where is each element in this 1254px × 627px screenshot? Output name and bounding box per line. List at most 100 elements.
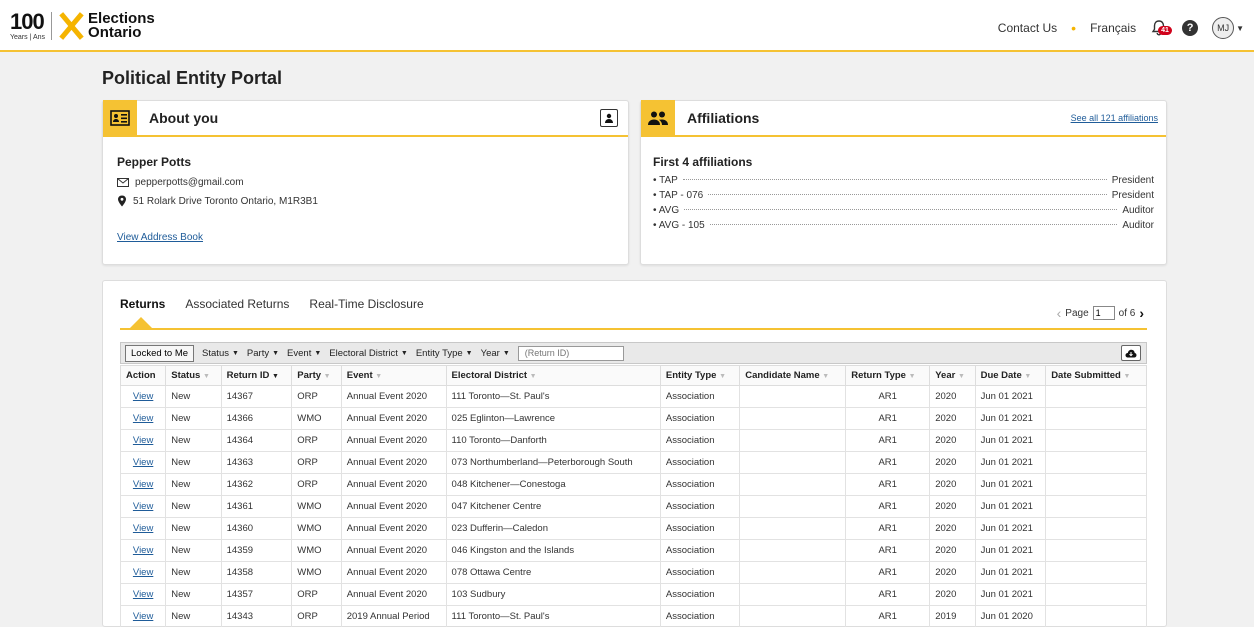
col-label: Due Date (980, 370, 1022, 381)
filter-status[interactable]: Status ▼ (202, 348, 239, 359)
cell-status: New (165, 605, 222, 627)
user-menu[interactable]: MJ ▼ (1212, 17, 1244, 39)
cell-date-submitted (1045, 385, 1147, 408)
cell-return-id: 14357 (220, 583, 293, 606)
tab-associated-returns[interactable]: Associated Returns (185, 297, 289, 311)
col-candidate-name[interactable]: Candidate Name ▼ (739, 365, 847, 386)
col-return-id[interactable]: Return ID ▼ (220, 365, 293, 386)
cell-date-submitted (1045, 429, 1147, 452)
returns-panel: Returns Associated Returns Real-Time Dis… (102, 280, 1167, 627)
col-date-submitted[interactable]: Date Submitted ▼ (1045, 365, 1147, 386)
affiliation-name: • TAP - 076 (653, 190, 704, 201)
view-address-book-link[interactable]: View Address Book (117, 232, 203, 243)
cell-year: 2020 (929, 539, 976, 562)
view-link[interactable]: View (119, 407, 167, 430)
view-link[interactable]: View (119, 385, 167, 408)
cell-event: Annual Event 2020 (340, 561, 447, 584)
col-label: Date Submitted (1051, 370, 1121, 381)
col-label: Return ID (226, 370, 270, 381)
avatar: MJ (1212, 17, 1235, 39)
download-button[interactable] (1121, 345, 1141, 361)
cell-status: New (165, 539, 222, 562)
language-toggle-link[interactable]: Français (1090, 21, 1136, 35)
filter-event[interactable]: Event ▼ (287, 348, 321, 359)
elections-ontario-logo[interactable]: 100 Years | Ans Elections Ontario (10, 10, 155, 42)
locked-to-me-button[interactable]: Locked to Me (125, 344, 195, 362)
cell-candidate-name (739, 473, 847, 496)
x-logo-icon (58, 12, 84, 40)
cell-event: 2019 Annual Period (340, 605, 447, 627)
col-event[interactable]: Event ▼ (340, 365, 447, 386)
cell-candidate-name (739, 429, 847, 452)
cell-status: New (165, 561, 222, 584)
sort-icon: ▼ (822, 373, 830, 380)
previous-page-icon[interactable]: ‹ (1057, 305, 1062, 321)
table-row: View New 14357 ORP Annual Event 2020 103 Sudb… (119, 583, 1147, 606)
filter-year[interactable]: Year ▼ (481, 348, 510, 359)
cell-party: WMO (291, 495, 342, 518)
filter-entity-type[interactable]: Entity Type ▼ (416, 348, 473, 359)
header-nav: Contact Us • Français 41 ? MJ ▼ (998, 14, 1244, 42)
filter-bar: Locked to Me Status ▼ Party ▼ Event ▼ Elect… (120, 342, 1147, 364)
affiliation-name: • TAP (653, 175, 678, 186)
profile-button[interactable] (600, 109, 618, 127)
filter-party[interactable]: Party ▼ (247, 348, 279, 359)
tabs-underline (120, 328, 1147, 330)
page-number-input[interactable] (1092, 306, 1115, 320)
cell-status: New (165, 517, 222, 540)
view-link[interactable]: View (119, 561, 167, 584)
affiliation-item: • TAP - 076 President (653, 190, 1154, 205)
col-electoral-district[interactable]: Electoral District ▼ (445, 365, 661, 386)
cell-event: Annual Event 2020 (340, 517, 447, 540)
sort-icon: ▼ (908, 373, 916, 380)
col-due-date[interactable]: Due Date ▼ (974, 365, 1047, 386)
filter-electoral-district[interactable]: Electoral District ▼ (329, 348, 408, 359)
cell-return-type: AR1 (845, 385, 931, 408)
cell-candidate-name (739, 583, 847, 606)
view-link[interactable]: View (119, 517, 167, 540)
cell-party: WMO (291, 539, 342, 562)
view-link[interactable]: View (119, 429, 167, 452)
col-status[interactable]: Status ▼ (165, 365, 222, 386)
tab-returns[interactable]: Returns (120, 297, 165, 311)
person-icon (605, 113, 613, 123)
return-id-search-input[interactable] (517, 345, 624, 361)
view-link[interactable]: View (119, 539, 167, 562)
view-link[interactable]: View (119, 473, 167, 496)
table-body: View New 14367 ORP Annual Event 2020 111 Toro… (119, 385, 1147, 627)
cell-entity-type: Association (659, 429, 741, 452)
col-return-type[interactable]: Return Type ▼ (845, 365, 931, 386)
cell-status: New (165, 407, 222, 430)
affiliations-subtitle: First 4 affiliations (653, 155, 753, 169)
cell-candidate-name (739, 385, 847, 408)
col-party[interactable]: Party ▼ (291, 365, 342, 386)
cell-due-date: Jun 01 2021 (974, 385, 1047, 408)
cell-return-id: 14358 (220, 561, 293, 584)
view-link[interactable]: View (119, 583, 167, 606)
help-icon[interactable]: ? (1182, 20, 1199, 36)
cell-return-id: 14359 (220, 539, 293, 562)
leader-dots (682, 179, 1107, 180)
page-label: Page (1065, 307, 1089, 319)
cell-candidate-name (739, 539, 847, 562)
cell-electoral-district: 025 Eglinton—Lawrence (445, 407, 661, 430)
view-link[interactable]: View (119, 605, 167, 627)
cell-event: Annual Event 2020 (340, 407, 447, 430)
sort-icon: ▼ (202, 373, 210, 380)
col-entity-type[interactable]: Entity Type ▼ (659, 365, 741, 386)
returns-tabs: Returns Associated Returns Real-Time Dis… (120, 297, 424, 311)
tab-real-time-disclosure[interactable]: Real-Time Disclosure (309, 297, 423, 311)
top-header: 100 Years | Ans Elections Ontario Contac… (0, 0, 1254, 52)
cell-electoral-district: 048 Kitchener—Conestoga (445, 473, 661, 496)
col-year[interactable]: Year ▼ (929, 365, 976, 386)
notifications-button[interactable]: 41 (1150, 19, 1172, 37)
view-link[interactable]: View (119, 495, 167, 518)
cell-date-submitted (1045, 539, 1147, 562)
affiliations-body: First 4 affiliations • TAP President • TA… (641, 137, 1166, 235)
cell-party: WMO (291, 407, 342, 430)
contact-us-link[interactable]: Contact Us (998, 21, 1057, 35)
view-link[interactable]: View (119, 451, 167, 474)
next-page-icon[interactable]: › (1139, 305, 1144, 321)
cell-entity-type: Association (659, 451, 741, 474)
see-all-affiliations-link[interactable]: See all 121 affiliations (1071, 113, 1158, 123)
